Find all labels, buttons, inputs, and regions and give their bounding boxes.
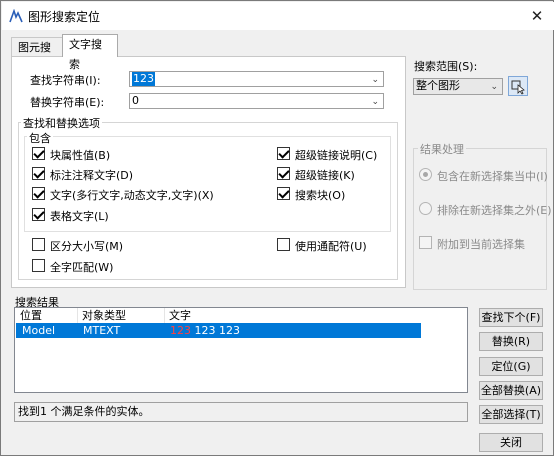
replace-value: 0 [132, 94, 139, 107]
replace-all-button[interactable]: 全部替换(A) [479, 381, 543, 400]
title-bar: 图形搜索定位 ✕ [2, 2, 554, 30]
search-scope-value: 整个图形 [416, 79, 460, 92]
cell-text-rest: 123 123 [191, 324, 240, 337]
find-replace-options-group: 查找和替换选项 包含 块属性值(B) 标注注释文字(D) 文字(多行文字,动态文… [18, 115, 398, 280]
chevron-down-icon[interactable]: ⌄ [371, 95, 379, 109]
column-header-text[interactable]: 文字 [165, 308, 421, 323]
find-next-button[interactable]: 查找下个(F) [479, 308, 543, 327]
replace-button[interactable]: 替换(R) [479, 332, 543, 351]
cell-position: Model [22, 324, 56, 337]
window-title: 图形搜索定位 [28, 10, 101, 24]
search-locate-dialog: 图形搜索定位 ✕ 图元搜索 文字搜索 查找字符串(I): 123 ⌄ 替换字符串… [0, 0, 554, 456]
search-scope-select[interactable]: 整个图形 ⌄ [413, 78, 503, 95]
find-value: 123 [132, 72, 155, 86]
results-list[interactable]: 位置 对象类型 文字 Model MTEXT 123 123 123 [14, 307, 468, 393]
select-objects-button[interactable] [508, 76, 528, 96]
include-title: 包含 [27, 130, 53, 146]
table-row[interactable]: Model MTEXT 123 123 123 [16, 323, 421, 338]
result-processing-title: 结果处理 [418, 141, 466, 157]
result-processing-group: 结果处理 包含在新选择集当中(I) 排除在新选择集之外(E) 附加到当前选择集 [413, 141, 552, 290]
app-icon [9, 9, 23, 23]
column-header-type[interactable]: 对象类型 [78, 308, 165, 323]
tab-text-search[interactable]: 文字搜索 [62, 34, 118, 71]
replace-combobox[interactable]: 0 ⌄ [129, 93, 384, 109]
text-search-panel: 查找字符串(I): 123 ⌄ 替换字符串(E): 0 ⌄ 查找和替换选项 包含… [11, 56, 406, 288]
select-objects-icon [511, 80, 525, 95]
chevron-down-icon[interactable]: ⌄ [490, 80, 498, 94]
chevron-down-icon[interactable]: ⌄ [371, 73, 379, 87]
group-title: 查找和替换选项 [21, 115, 102, 131]
select-all-button[interactable]: 全部选择(T) [479, 405, 543, 424]
cell-text-match: 123 [170, 324, 191, 337]
close-button[interactable]: 关闭 [479, 433, 543, 452]
close-icon[interactable]: ✕ [526, 6, 548, 26]
cell-text: 123 123 123 [166, 323, 240, 338]
find-combobox[interactable]: 123 ⌄ [129, 71, 384, 87]
cell-type: MTEXT [83, 324, 121, 337]
tab-entity-search[interactable]: 图元搜索 [11, 37, 63, 73]
replace-label: 替换字符串(E): [30, 96, 105, 109]
search-scope-label: 搜索范围(S): [414, 60, 478, 73]
locate-button[interactable]: 定位(G) [479, 357, 543, 376]
column-header-position[interactable]: 位置 [16, 308, 78, 323]
status-bar: 找到1 个满足条件的实体。 [14, 402, 468, 422]
find-label: 查找字符串(I): [30, 74, 101, 87]
